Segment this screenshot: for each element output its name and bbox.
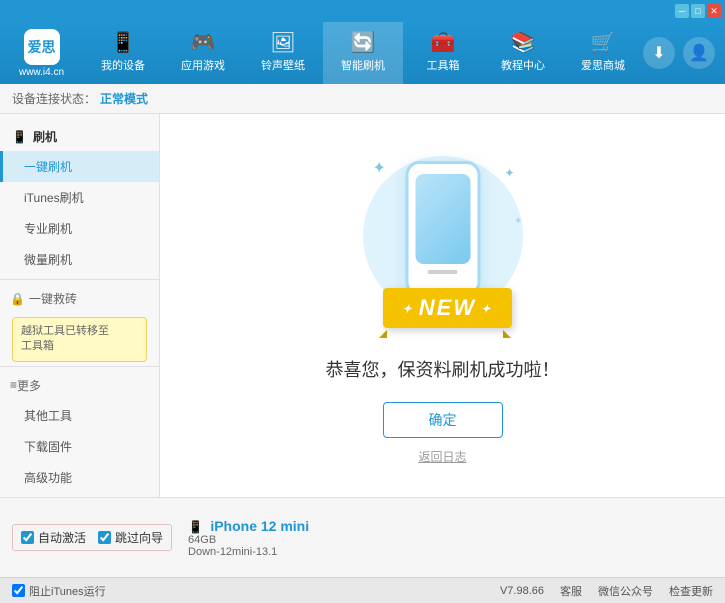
device-name: iPhone 12 mini [210, 518, 309, 534]
nav-item-smart-flash[interactable]: 🔄 智能刷机 [323, 22, 403, 84]
footer: 阻止iTunes运行 V7.98.66 客服 微信公众号 检查更新 [0, 577, 725, 603]
divider-2 [0, 366, 159, 367]
phone-home-btn [428, 270, 458, 274]
footer-left: 阻止iTunes运行 [12, 583, 500, 599]
nav-item-toolbox[interactable]: 🧰 工具箱 [403, 22, 483, 84]
nav-label-apps-games: 应用游戏 [181, 57, 225, 73]
nav-icon-tutorials: 📚 [511, 33, 536, 53]
success-illustration: ✦ ✦ ✦ ✦ NEW ✦ [353, 146, 533, 346]
logo-text: www.i4.cn [19, 67, 64, 78]
wechat-link[interactable]: 微信公众号 [598, 583, 653, 599]
sidebar-item-pro-flash[interactable]: 专业刷机 [0, 213, 159, 244]
close-button[interactable]: ✕ [707, 4, 721, 18]
nav-label-smart-flash: 智能刷机 [341, 57, 385, 73]
title-bar: ─ □ ✕ [0, 0, 725, 22]
device-bar: 自动激活 跳过向导 📱 iPhone 12 mini 64GB Down-12m… [0, 497, 725, 577]
sparkle-3: ✦ [514, 216, 522, 227]
check-update-link[interactable]: 检查更新 [669, 583, 713, 599]
skip-guide-checkbox[interactable]: 跳过向导 [98, 529, 163, 546]
nav-label-wallpaper: 铃声壁纸 [261, 57, 305, 73]
sidebar-item-advanced[interactable]: 高级功能 [0, 462, 159, 493]
phone-screen [415, 174, 470, 264]
flash-section-header: 📱 刷机 [0, 122, 159, 151]
auto-activate-input[interactable] [21, 531, 34, 544]
sparkle-1: ✦ [373, 158, 386, 178]
logo-area: 爱思 www.i4.cn [0, 29, 83, 78]
sidebar: 📱 刷机 一键刷机 iTunes刷机 专业刷机 微量刷机 🔒 一键救砖 越狱工具… [0, 114, 160, 497]
nav-item-store[interactable]: 🛒 爱思商城 [563, 22, 643, 84]
auto-activate-label: 自动激活 [38, 529, 86, 546]
sidebar-item-one-click-flash[interactable]: 一键刷机 [0, 151, 159, 182]
nav-icon-wallpaper: 🖼 [270, 33, 295, 53]
banner-right-fold [503, 330, 511, 338]
device-storage: 64GB [188, 534, 309, 546]
flash-section-label: 刷机 [33, 128, 57, 145]
nav-item-wallpaper[interactable]: 🖼 铃声壁纸 [243, 22, 323, 84]
flash-section-icon: 📱 [12, 130, 27, 144]
rescue-section-header: 🔒 一键救砖 [0, 284, 159, 313]
logo-symbol: 爱思 [28, 37, 56, 57]
rescue-label: 一键救砖 [29, 290, 77, 307]
more-section-header: ≡ 更多 [0, 371, 159, 400]
nav-item-tutorials[interactable]: 📚 教程中心 [483, 22, 563, 84]
status-label: 设备连接状态： [12, 90, 96, 107]
nav-item-apps-games[interactable]: 🎮 应用游戏 [163, 22, 243, 84]
itunes-status: 阻止iTunes运行 [29, 583, 106, 599]
divider-1 [0, 279, 159, 280]
header: 爱思 www.i4.cn 📱 我的设备 🎮 应用游戏 🖼 铃声壁纸 🔄 智能刷机 🧰 工具箱 📚 教程… [0, 22, 725, 84]
sidebar-item-download-firmware[interactable]: 下载固件 [0, 431, 159, 462]
nav-icon-smart-flash: 🔄 [351, 33, 376, 53]
device-version: Down-12mini-13.1 [188, 546, 309, 558]
logo-icon: 爱思 [24, 29, 60, 65]
header-right: ⬇ 👤 [643, 37, 725, 69]
footer-right: V7.98.66 客服 微信公众号 检查更新 [500, 583, 713, 599]
phone-shape [405, 161, 480, 296]
device-name-row: 📱 iPhone 12 mini [188, 518, 309, 534]
sparkle-2: ✦ [504, 166, 514, 180]
success-title: 恭喜您，保资料刷机成功啦！ [326, 356, 560, 382]
device-phone-icon: 📱 [188, 520, 203, 534]
download-button[interactable]: ⬇ [643, 37, 675, 69]
minimize-button[interactable]: ─ [675, 4, 689, 18]
home-link[interactable]: 返回日志 [418, 448, 466, 465]
user-button[interactable]: 👤 [683, 37, 715, 69]
nav-label-tutorials: 教程中心 [501, 57, 545, 73]
itunes-checkbox[interactable]: 阻止iTunes运行 [12, 583, 500, 599]
nav-icon-apps-games: 🎮 [191, 33, 216, 53]
nav-icon-my-device: 📱 [111, 33, 136, 53]
customer-service-link[interactable]: 客服 [560, 583, 582, 599]
nav-item-my-device[interactable]: 📱 我的设备 [83, 22, 163, 84]
content-area: ✦ ✦ ✦ ✦ NEW ✦ 恭喜您，保资料刷机成功啦！ 确定 返回日志 [160, 114, 725, 497]
nav-icon-toolbox: 🧰 [431, 33, 456, 53]
device-info: 📱 iPhone 12 mini 64GB Down-12mini-13.1 [188, 518, 309, 558]
nav-label-store: 爱思商城 [581, 57, 625, 73]
nav-items: 📱 我的设备 🎮 应用游戏 🖼 铃声壁纸 🔄 智能刷机 🧰 工具箱 📚 教程中心 🛒 爱思商城 [83, 22, 643, 84]
sidebar-item-itunes-flash[interactable]: iTunes刷机 [0, 182, 159, 213]
auto-activate-checkbox[interactable]: 自动激活 [21, 529, 86, 546]
status-bar: 设备连接状态： 正常模式 [0, 84, 725, 114]
sidebar-item-other-tools[interactable]: 其他工具 [0, 400, 159, 431]
sidebar-item-micro-flash[interactable]: 微量刷机 [0, 244, 159, 275]
maximize-button[interactable]: □ [691, 4, 705, 18]
flash-section: 📱 刷机 一键刷机 iTunes刷机 专业刷机 微量刷机 [0, 122, 159, 275]
version-text: V7.98.66 [500, 585, 544, 597]
more-label: 更多 [17, 377, 41, 394]
rescue-icon: 🔒 [10, 292, 25, 306]
nav-label-toolbox: 工具箱 [427, 57, 460, 73]
nav-label-my-device: 我的设备 [101, 57, 145, 73]
banner-left-fold [379, 330, 387, 338]
new-badge: ✦ NEW ✦ [383, 288, 513, 328]
sidebar-notice: 越狱工具已转移至工具箱 [12, 317, 147, 362]
confirm-button[interactable]: 确定 [383, 402, 503, 438]
nav-icon-store: 🛒 [591, 33, 616, 53]
itunes-checkbox-input[interactable] [12, 584, 25, 597]
skip-guide-input[interactable] [98, 531, 111, 544]
status-value: 正常模式 [100, 90, 148, 107]
main-layout: 📱 刷机 一键刷机 iTunes刷机 专业刷机 微量刷机 🔒 一键救砖 越狱工具… [0, 114, 725, 497]
skip-guide-label: 跳过向导 [115, 529, 163, 546]
checkbox-group: 自动激活 跳过向导 [12, 524, 172, 551]
more-icon: ≡ [10, 378, 17, 392]
